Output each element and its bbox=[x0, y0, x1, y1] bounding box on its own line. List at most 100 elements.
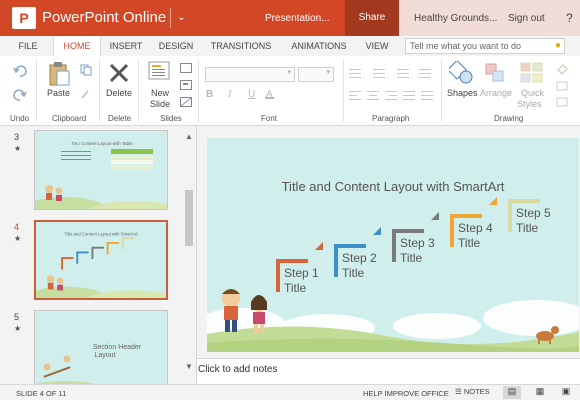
reading-view-icon[interactable]: ▣ bbox=[557, 386, 575, 399]
paste-icon[interactable] bbox=[48, 61, 70, 87]
group-label-delete: Delete bbox=[108, 114, 132, 123]
step-5-text[interactable]: Step 5 Title bbox=[516, 206, 551, 236]
slide-artwork bbox=[207, 197, 579, 352]
app-name[interactable]: PowerPoint Online bbox=[42, 9, 166, 26]
font-name-dropdown[interactable]: ▾ bbox=[205, 67, 295, 82]
tell-me-placeholder: Tell me what you want to do bbox=[410, 41, 522, 51]
tab-view[interactable]: VIEW bbox=[360, 36, 394, 56]
group-label-slides: Slides bbox=[160, 114, 182, 123]
step-4-label: Step 4 bbox=[458, 221, 493, 235]
help-icon[interactable]: ? bbox=[566, 11, 573, 25]
notes-icon: ☰ bbox=[455, 387, 462, 396]
alignment-icons bbox=[349, 91, 433, 100]
shape-fill-outline-icons[interactable] bbox=[555, 62, 569, 112]
svg-text:U: U bbox=[248, 89, 255, 99]
duplicate-slide-icon[interactable] bbox=[180, 80, 192, 90]
slide-thumbnail-pane: 3 ★ Two Content Layout with Table 4 ★ Ti… bbox=[0, 126, 197, 384]
scrollbar-thumb[interactable] bbox=[185, 190, 193, 246]
slide-5-preview: Section Header Layout bbox=[35, 311, 167, 384]
step-4-text[interactable]: Step 4 Title bbox=[458, 221, 493, 251]
slide-number-active: 4 bbox=[14, 222, 20, 232]
normal-view-icon[interactable]: ▤ bbox=[503, 386, 521, 399]
ribbon-divider bbox=[441, 60, 442, 122]
new-slide-icon[interactable] bbox=[148, 61, 172, 83]
tab-home[interactable]: HOME bbox=[53, 36, 101, 56]
animation-star-icon: ★ bbox=[14, 234, 22, 243]
thumb-5-title-line2: Layout bbox=[94, 352, 115, 359]
slide-editor: Title and Content Layout with SmartArt S… bbox=[197, 126, 580, 358]
paste-button[interactable]: Paste bbox=[47, 88, 70, 98]
tab-insert[interactable]: INSERT bbox=[104, 36, 148, 56]
slide-sorter-view-icon[interactable]: ▦ bbox=[531, 386, 549, 399]
ribbon-divider bbox=[343, 60, 344, 122]
shapes-icon[interactable] bbox=[449, 61, 475, 85]
sign-out-link[interactable]: Sign out bbox=[508, 13, 545, 24]
copy-icon[interactable] bbox=[80, 64, 92, 76]
arrange-icon[interactable] bbox=[484, 62, 506, 84]
step-1-text[interactable]: Step 1 Title bbox=[284, 266, 319, 296]
app-switcher-chevron-icon[interactable]: ⌄ bbox=[170, 8, 192, 28]
notes-placeholder[interactable]: Click to add notes bbox=[198, 364, 278, 375]
quick-styles-icon[interactable] bbox=[520, 62, 544, 84]
tab-design[interactable]: DESIGN bbox=[154, 36, 198, 56]
hide-slide-icon[interactable] bbox=[180, 97, 192, 107]
scroll-down-icon[interactable]: ▼ bbox=[185, 362, 193, 371]
redo-icon[interactable] bbox=[13, 88, 27, 102]
slide-thumbnail-4[interactable]: Title and Content Layout with SmartArt bbox=[34, 220, 168, 300]
step-3-title: Title bbox=[400, 251, 423, 265]
document-name-link[interactable]: Healthy Grounds... bbox=[414, 13, 497, 24]
font-size-dropdown[interactable]: ▾ bbox=[298, 67, 334, 82]
arrange-button[interactable]: Arrange bbox=[480, 88, 512, 98]
slide-3-preview: Two Content Layout with Table bbox=[35, 131, 167, 209]
slide-thumbnail-5[interactable]: Section Header Layout bbox=[34, 310, 168, 384]
powerpoint-logo-icon[interactable]: P bbox=[12, 7, 36, 29]
notes-pane[interactable]: Click to add notes bbox=[197, 358, 580, 384]
thumb-4-title: Title and Content Layout with SmartArt bbox=[64, 231, 138, 236]
thumb-3-title: Two Content Layout with Table bbox=[71, 141, 133, 146]
ribbon-divider bbox=[138, 60, 139, 122]
step-3-text[interactable]: Step 3 Title bbox=[400, 236, 435, 266]
format-painter-icon[interactable] bbox=[80, 88, 92, 100]
tell-me-search-input[interactable]: Tell me what you want to do ● bbox=[405, 38, 565, 54]
quick-styles-label-line2[interactable]: Styles bbox=[517, 99, 542, 109]
document-title[interactable]: Presentation... bbox=[265, 13, 329, 24]
ribbon-divider bbox=[36, 60, 37, 122]
group-label-paragraph: Paragraph bbox=[372, 114, 410, 123]
step-2-label: Step 2 bbox=[342, 251, 377, 265]
slide-canvas[interactable]: Title and Content Layout with SmartArt S… bbox=[207, 138, 579, 352]
thumbnail-scrollbar[interactable]: ▲ ▼ bbox=[182, 126, 196, 384]
tab-transitions[interactable]: TRANSITIONS bbox=[206, 36, 276, 56]
slide-counter: SLIDE 4 OF 11 bbox=[16, 389, 67, 398]
quick-styles-label-line1[interactable]: Quick bbox=[521, 88, 544, 98]
slide-thumbnail-3[interactable]: Two Content Layout with Table bbox=[34, 130, 168, 210]
scroll-up-icon[interactable]: ▲ bbox=[185, 132, 193, 141]
layout-icon[interactable] bbox=[180, 63, 192, 73]
slide-4-preview: Title and Content Layout with SmartArt bbox=[36, 222, 166, 298]
thumb-5-title-line1: Section Header bbox=[93, 344, 142, 351]
undo-icon[interactable] bbox=[13, 64, 27, 78]
group-label-font: Font bbox=[261, 114, 278, 123]
notes-label: NOTES bbox=[463, 387, 490, 396]
help-improve-office-link[interactable]: HELP IMPROVE OFFICE bbox=[363, 389, 449, 398]
delete-x-icon[interactable] bbox=[108, 62, 130, 84]
step-3-label: Step 3 bbox=[400, 236, 435, 250]
tab-file[interactable]: FILE bbox=[8, 36, 48, 56]
share-button[interactable]: Share bbox=[345, 0, 399, 36]
step-5-label: Step 5 bbox=[516, 206, 551, 220]
step-2-text[interactable]: Step 2 Title bbox=[342, 251, 377, 281]
shapes-button[interactable]: Shapes bbox=[447, 88, 478, 98]
animation-star-icon: ★ bbox=[14, 144, 22, 153]
new-slide-label-line1[interactable]: New bbox=[151, 88, 169, 98]
step-4-title: Title bbox=[458, 236, 481, 250]
slide-title[interactable]: Title and Content Layout with SmartArt bbox=[207, 179, 579, 194]
list-format-icons bbox=[349, 69, 431, 78]
ribbon-tabs: FILE HOME INSERT DESIGN TRANSITIONS ANIM… bbox=[0, 36, 580, 56]
tab-animations[interactable]: ANIMATIONS bbox=[284, 36, 354, 56]
ribbon-divider bbox=[99, 60, 100, 122]
step-5-title: Title bbox=[516, 221, 539, 235]
chevron-down-icon: ▾ bbox=[287, 69, 291, 76]
ribbon-divider bbox=[198, 60, 199, 122]
new-slide-label-line2[interactable]: Slide bbox=[150, 99, 170, 109]
delete-button[interactable]: Delete bbox=[106, 88, 132, 98]
notes-toggle-button[interactable]: ☰ NOTES bbox=[455, 387, 490, 396]
